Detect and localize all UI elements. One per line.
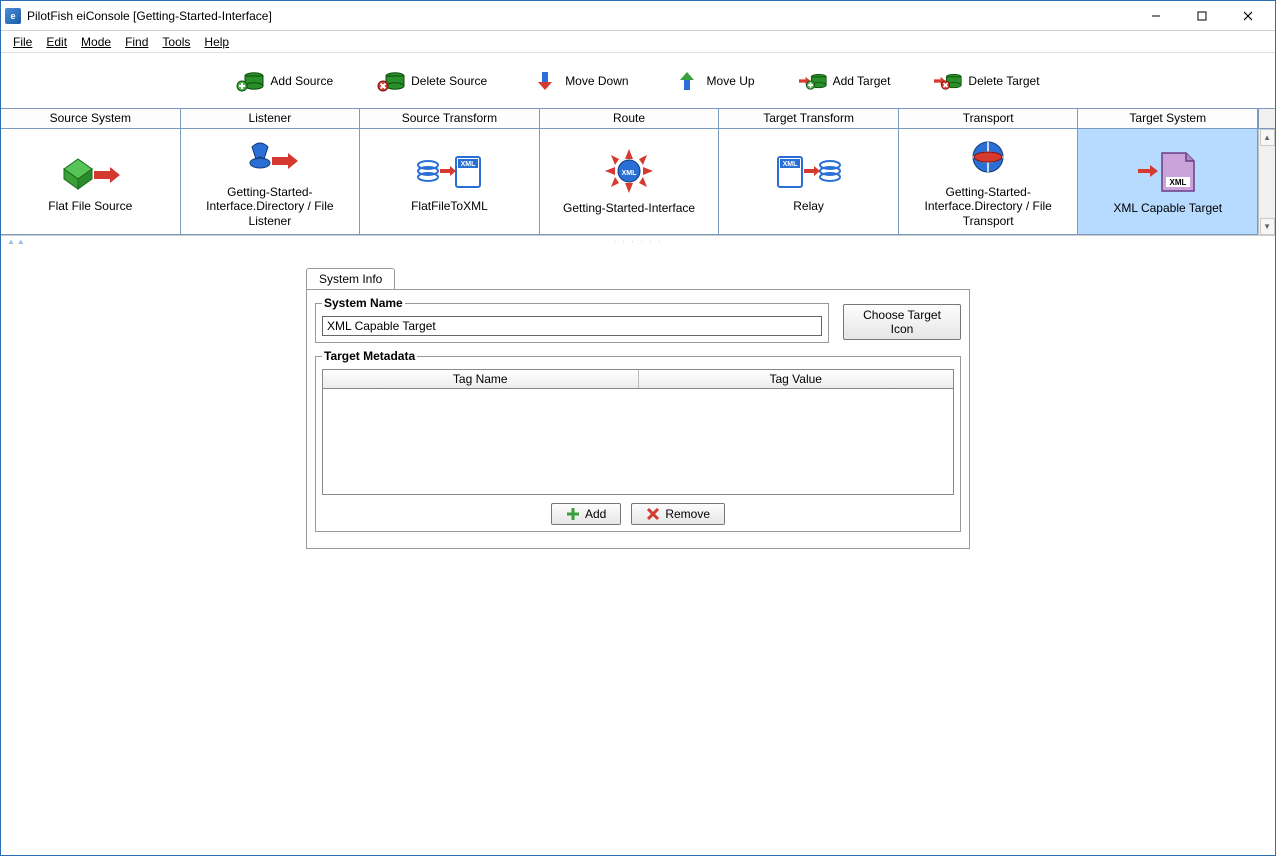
header-target-transform: Target Transform xyxy=(719,109,899,128)
cell-target-transform-label: Relay xyxy=(793,199,824,213)
delete-target-icon xyxy=(934,70,962,92)
system-name-group: System Name xyxy=(315,296,829,343)
stage-area: Source System Listener Source Transform … xyxy=(1,109,1275,236)
cell-source-system-label: Flat File Source xyxy=(48,199,132,213)
move-down-button[interactable]: Move Down xyxy=(527,66,632,96)
svg-text:XML: XML xyxy=(782,161,798,168)
move-down-icon xyxy=(531,70,559,92)
horizontal-splitter[interactable]: · · · · · · xyxy=(1,236,1275,246)
window-title: PilotFish eiConsole [Getting-Started-Int… xyxy=(27,9,272,23)
cell-transport[interactable]: Getting-Started-Interface.Directory / Fi… xyxy=(899,129,1079,235)
remove-metadata-label: Remove xyxy=(665,507,710,521)
scrollbar-corner xyxy=(1258,109,1275,128)
col-tag-name: Tag Name xyxy=(323,370,639,388)
move-down-label: Move Down xyxy=(565,74,628,88)
svg-text:XML: XML xyxy=(461,161,477,168)
tab-system-info[interactable]: System Info xyxy=(306,268,395,289)
remove-icon xyxy=(646,507,660,521)
tab-strip: System Info xyxy=(306,268,970,289)
maximize-button[interactable] xyxy=(1179,1,1225,31)
bottom-panel: System Info System Name Choose Target Ic… xyxy=(1,246,1275,855)
move-up-icon xyxy=(673,70,701,92)
cell-route-label: Getting-Started-Interface xyxy=(563,201,695,215)
cell-listener-label: Getting-Started-Interface.Directory / Fi… xyxy=(185,185,356,228)
move-up-label: Move Up xyxy=(707,74,755,88)
header-route: Route xyxy=(540,109,720,128)
cell-target-system[interactable]: XML XML Capable Target xyxy=(1078,129,1258,235)
add-source-label: Add Source xyxy=(270,74,333,88)
target-metadata-group: Target Metadata Tag Name Tag Value Add xyxy=(315,349,961,532)
listener-icon xyxy=(238,135,302,179)
vertical-scrollbar[interactable]: ▲ ▼ xyxy=(1258,129,1275,235)
choose-target-icon-button[interactable]: Choose Target Icon xyxy=(843,304,961,340)
transport-icon xyxy=(964,135,1012,179)
target-system-icon: XML xyxy=(1136,147,1200,195)
scroll-up-icon[interactable]: ▲ xyxy=(1260,129,1275,146)
svg-text:XML: XML xyxy=(622,170,638,177)
maximize-icon xyxy=(1197,11,1207,21)
menu-tools[interactable]: Tools xyxy=(156,33,196,51)
add-source-icon xyxy=(236,70,264,92)
remove-metadata-button[interactable]: Remove xyxy=(631,503,725,525)
add-source-button[interactable]: Add Source xyxy=(232,66,337,96)
source-transform-icon: XML xyxy=(414,149,484,193)
add-metadata-button[interactable]: Add xyxy=(551,503,621,525)
menu-file[interactable]: File xyxy=(7,33,38,51)
route-icon: XML xyxy=(601,147,657,195)
close-icon xyxy=(1243,11,1253,21)
target-transform-icon: XML xyxy=(774,149,844,193)
system-name-legend: System Name xyxy=(322,296,405,310)
delete-target-label: Delete Target xyxy=(968,74,1039,88)
app-icon: e xyxy=(5,8,21,24)
app-window: e PilotFish eiConsole [Getting-Started-I… xyxy=(0,0,1276,856)
minimize-button[interactable] xyxy=(1133,1,1179,31)
metadata-table-body[interactable] xyxy=(322,389,954,495)
cell-source-transform[interactable]: XML FlatFileToXML xyxy=(360,129,540,235)
cell-route[interactable]: XML Getting-Started-Interface xyxy=(540,129,720,235)
choose-target-icon-label: Choose Target Icon xyxy=(858,308,946,336)
menu-find[interactable]: Find xyxy=(119,33,154,51)
move-up-button[interactable]: Move Up xyxy=(669,66,759,96)
tab-body: System Name Choose Target Icon Target Me… xyxy=(306,289,970,549)
plus-icon xyxy=(566,507,580,521)
col-tag-value: Tag Value xyxy=(639,370,954,388)
system-name-input[interactable] xyxy=(322,316,822,336)
add-target-icon xyxy=(799,70,827,92)
cell-source-system[interactable]: Flat File Source xyxy=(1,129,181,235)
header-source-transform: Source Transform xyxy=(360,109,540,128)
menu-mode[interactable]: Mode xyxy=(75,33,117,51)
stage-row: Flat File Source Getting-Started-Interfa… xyxy=(1,129,1275,235)
add-target-label: Add Target xyxy=(833,74,891,88)
header-target-system: Target System xyxy=(1078,109,1258,128)
add-target-button[interactable]: Add Target xyxy=(795,66,895,96)
minimize-icon xyxy=(1151,11,1161,21)
delete-source-button[interactable]: Delete Source xyxy=(373,66,491,96)
metadata-table-header: Tag Name Tag Value xyxy=(322,369,954,389)
close-button[interactable] xyxy=(1225,1,1271,31)
menubar: File Edit Mode Find Tools Help xyxy=(1,31,1275,53)
toolbar: Add Source Delete Source Move Down xyxy=(1,53,1275,109)
header-listener: Listener xyxy=(181,109,361,128)
scroll-down-icon[interactable]: ▼ xyxy=(1260,218,1275,235)
titlebar: e PilotFish eiConsole [Getting-Started-I… xyxy=(1,1,1275,31)
header-source-system: Source System xyxy=(1,109,181,128)
menu-edit[interactable]: Edit xyxy=(40,33,73,51)
stage-header-row: Source System Listener Source Transform … xyxy=(1,109,1275,129)
cell-target-system-label: XML Capable Target xyxy=(1113,201,1222,215)
menu-help[interactable]: Help xyxy=(198,33,235,51)
delete-target-button[interactable]: Delete Target xyxy=(930,66,1043,96)
cell-target-transform[interactable]: XML Relay xyxy=(719,129,899,235)
target-metadata-legend: Target Metadata xyxy=(322,349,417,363)
cell-transport-label: Getting-Started-Interface.Directory / Fi… xyxy=(903,185,1074,228)
flat-file-source-icon xyxy=(58,149,122,193)
add-metadata-label: Add xyxy=(585,507,606,521)
cell-listener[interactable]: Getting-Started-Interface.Directory / Fi… xyxy=(181,129,361,235)
cell-source-transform-label: FlatFileToXML xyxy=(411,199,488,213)
delete-source-icon xyxy=(377,70,405,92)
system-info-card: System Info System Name Choose Target Ic… xyxy=(306,268,970,855)
delete-source-label: Delete Source xyxy=(411,74,487,88)
header-transport: Transport xyxy=(899,109,1079,128)
svg-text:XML: XML xyxy=(1169,178,1186,187)
